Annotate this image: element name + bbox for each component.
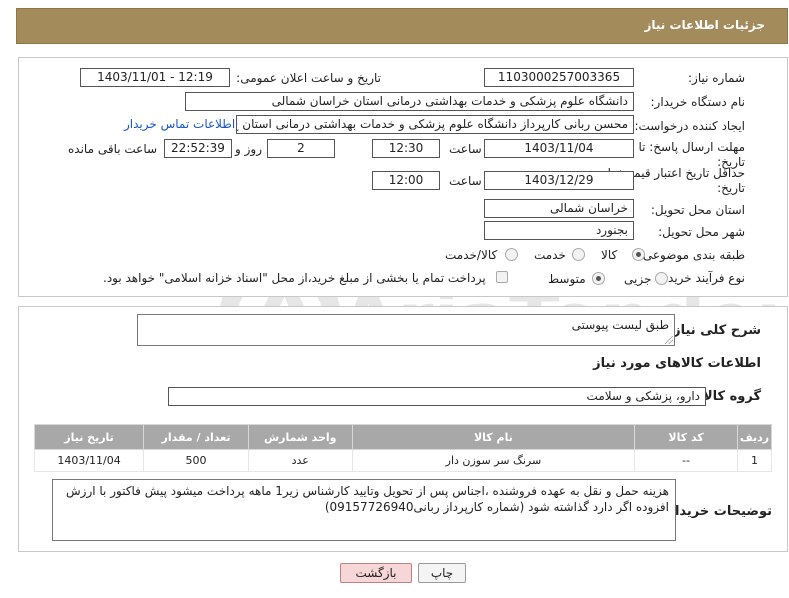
treasury-payment-checkbox[interactable] [496, 271, 508, 283]
purchase-type-option-medium: متوسط [548, 272, 586, 286]
cell-row: 1 [736, 449, 773, 472]
delivery-city-label: شهر محل تحویل: [658, 225, 745, 239]
col-need-date: تاریخ نیاز [33, 424, 145, 450]
print-button[interactable]: چاپ [418, 563, 466, 583]
delivery-province-field: خراسان شمالی [484, 199, 634, 218]
general-desc-value: طبق لیست پیوستی [571, 318, 669, 332]
purchase-type-radio-medium[interactable] [592, 272, 605, 285]
cell-quantity: 500 [143, 449, 249, 472]
col-goods-name: نام کالا [351, 424, 636, 450]
category-label: طبقه بندی موضوعی: [638, 248, 745, 262]
need-number-label: شماره نیاز: [688, 71, 745, 85]
remaining-time-field: 22:52:39 [164, 139, 232, 158]
page-header: جزئیات اطلاعات نیاز [16, 8, 788, 44]
requester-field: محسن ربانی کارپرداز دانشگاه علوم پزشکی و… [236, 115, 634, 134]
cell-unit: عدد [247, 449, 353, 472]
buyer-org-label: نام دستگاه خریدار: [650, 95, 746, 109]
table-row: 1 -- سرنگ سر سوزن دار عدد 500 1403/11/04 [33, 449, 773, 472]
category-option-goods-service: کالا/خدمت [445, 248, 498, 262]
days-label: روز و [235, 142, 262, 156]
buyer-contact-link[interactable]: اطلاعات تماس خریدار [124, 117, 235, 131]
requester-label: ایجاد کننده درخواست: [634, 119, 745, 133]
purchase-type-radio-minor[interactable] [655, 272, 668, 285]
cell-goods-code: -- [634, 449, 738, 472]
goods-info-title: اطلاعات کالاهای مورد نیاز [593, 356, 761, 371]
reply-deadline-days-field: 2 [267, 139, 335, 158]
col-quantity: تعداد / مقدار [143, 424, 249, 450]
purchase-type-label: نوع فرآیند خرید : [660, 271, 745, 285]
announce-datetime-label: تاریخ و ساعت اعلان عمومی: [236, 71, 381, 85]
cell-need-date: 1403/11/04 [33, 449, 145, 472]
col-unit: واحد شمارش [247, 424, 353, 450]
category-option-service: خدمت [534, 248, 566, 262]
remaining-time-label: ساعت باقی مانده [68, 142, 158, 156]
price-validity-time-field: 12:00 [372, 171, 440, 190]
purchase-type-option-minor: جزیی [624, 272, 652, 286]
reply-deadline-label: مهلت ارسال پاسخ: تا [638, 140, 745, 154]
goods-group-field: دارو، پزشکی و سلامت [168, 387, 706, 406]
general-desc-label: شرح کلی نیاز: [667, 323, 761, 338]
price-validity-label-date: تاریخ: [717, 181, 745, 195]
category-radio-goods[interactable] [632, 248, 645, 261]
resize-grip-icon[interactable] [665, 336, 673, 344]
buyer-notes-label: توضیحات خریدار: [662, 504, 772, 519]
goods-group-label: گروه کالا: [697, 389, 761, 404]
col-goods-code: کد کالا [634, 424, 738, 450]
delivery-province-label: استان محل تحویل: [650, 203, 745, 217]
category-radio-goods-service[interactable] [505, 248, 518, 261]
delivery-city-field: بجنورد [484, 221, 634, 240]
reply-deadline-time-field: 12:30 [372, 139, 440, 158]
goods-table-header: ردیف کد کالا نام کالا واحد شمارش تعداد /… [33, 424, 773, 450]
buyer-notes-field: هزینه حمل و نقل به عهده فروشنده ،اجناس پ… [52, 479, 676, 541]
category-radio-service[interactable] [572, 248, 585, 261]
buyer-notes-value: هزینه حمل و نقل به عهده فروشنده ،اجناس پ… [66, 484, 669, 514]
treasury-payment-note: پرداخت تمام یا بخشی از مبلغ خرید،از محل … [103, 271, 486, 285]
need-number-field: 1103000257003365 [484, 68, 634, 87]
back-button[interactable]: بازگشت [340, 563, 412, 583]
reply-deadline-date-field: 1403/11/04 [484, 139, 634, 158]
announce-datetime-field: 1403/11/01 - 12:19 [80, 68, 230, 87]
page-title: جزئیات اطلاعات نیاز [644, 18, 765, 32]
buyer-org-field: دانشگاه علوم پزشکی و خدمات بهداشتی درمان… [185, 92, 634, 111]
col-row: ردیف [736, 424, 773, 450]
price-validity-time-label: ساعت [449, 174, 482, 188]
goods-table: ردیف کد کالا نام کالا واحد شمارش تعداد /… [33, 424, 773, 472]
general-desc-field: طبق لیست پیوستی [137, 314, 675, 346]
price-validity-date-field: 1403/12/29 [484, 171, 634, 190]
category-option-goods: کالا [601, 248, 618, 262]
cell-goods-name: سرنگ سر سوزن دار [351, 449, 636, 472]
reply-deadline-time-label: ساعت [449, 142, 482, 156]
